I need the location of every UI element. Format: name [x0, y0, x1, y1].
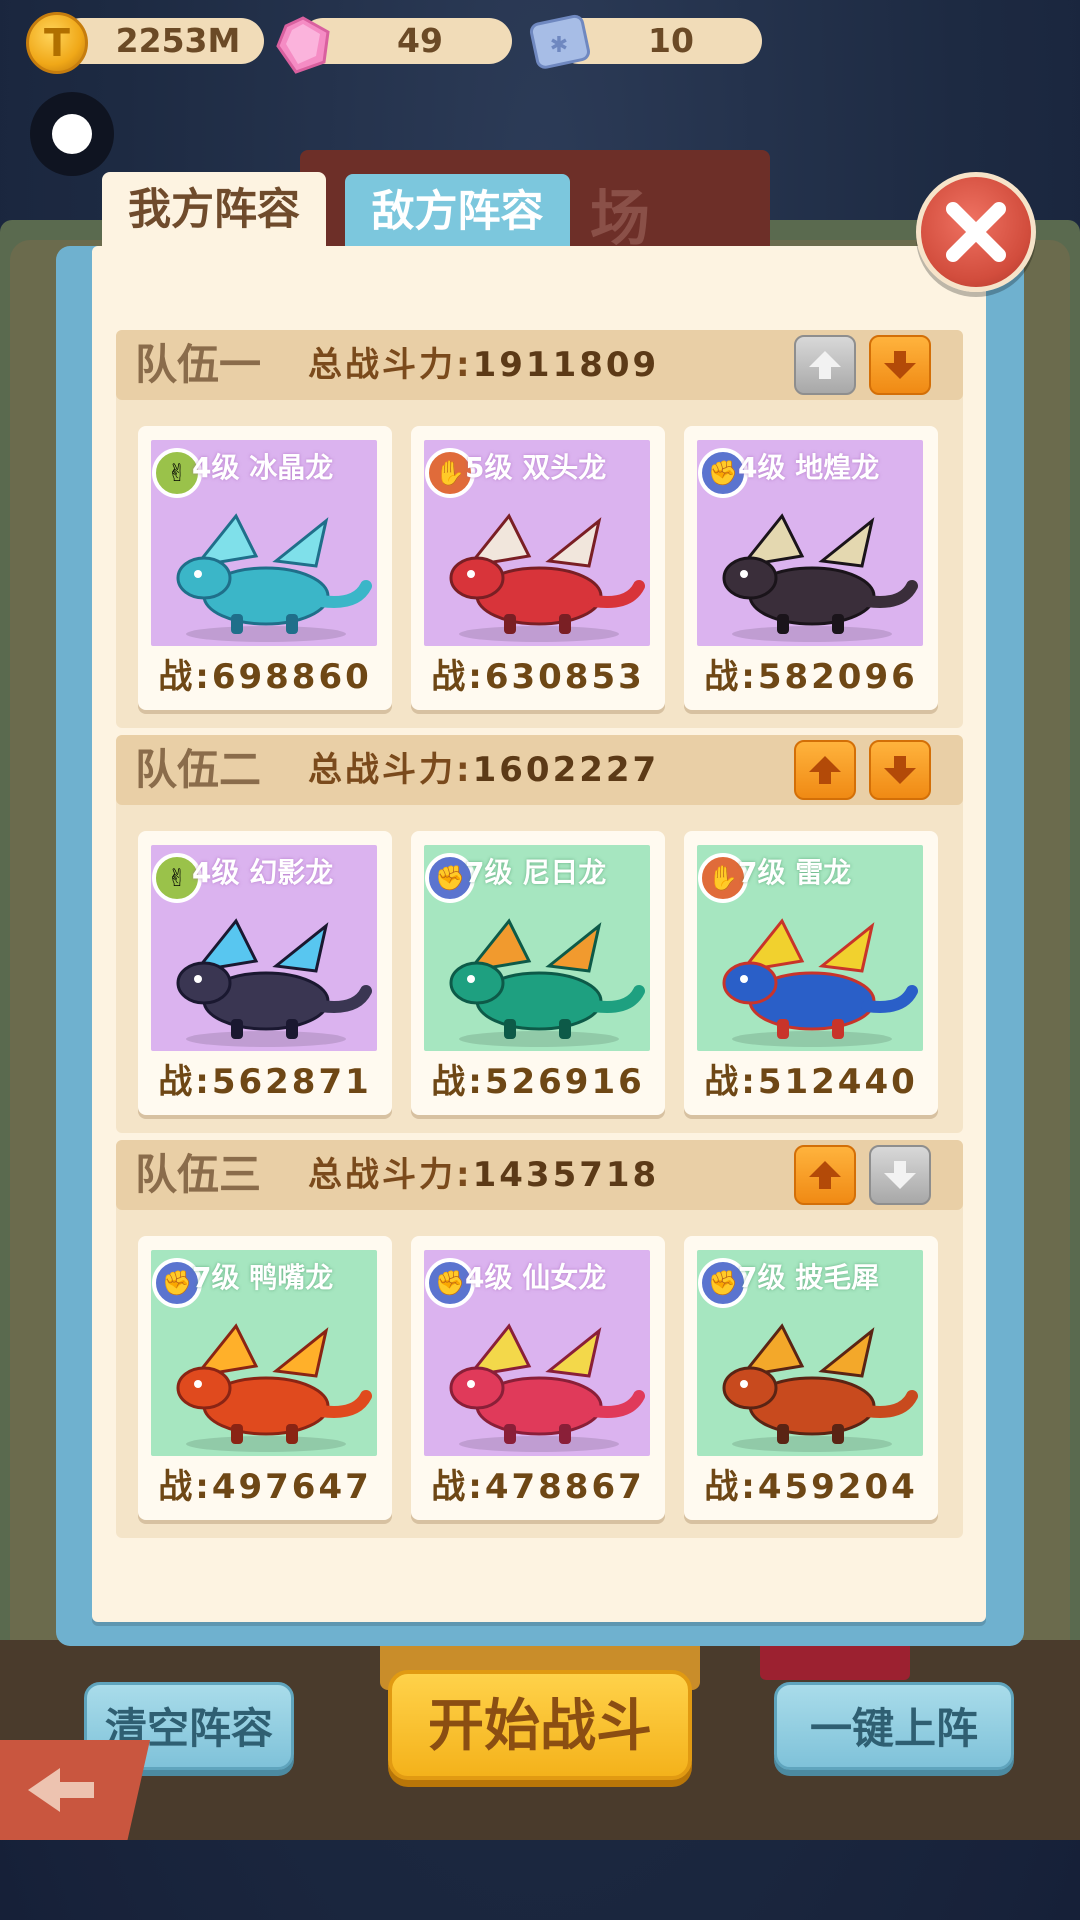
dragon-power: 战:497647	[158, 1467, 372, 1507]
dragon-card[interactable]: ✌ 4级 幻影龙 战:562871	[138, 831, 392, 1115]
dragon-card[interactable]: ✊ 7级 鸭嘴龙 战:497647	[138, 1236, 392, 1520]
coin-counter: 2253M	[58, 18, 264, 64]
dragon-power: 战:478867	[431, 1467, 645, 1507]
dragon-power: 战:459204	[704, 1467, 918, 1507]
total-power-value: 1911809	[472, 345, 660, 385]
team-name: 队伍一	[135, 340, 262, 389]
arrow-up-icon	[809, 756, 841, 784]
back-button[interactable]	[0, 1740, 150, 1840]
dragon-image	[156, 911, 376, 1051]
dragon-level-name: 7级 鸭嘴龙	[192, 1261, 334, 1294]
dragon-image	[156, 1316, 376, 1456]
team-name: 队伍二	[135, 745, 262, 794]
dragon-image	[702, 911, 922, 1051]
move-up-button[interactable]	[794, 335, 856, 395]
dragon-image	[702, 506, 922, 646]
total-power-label: 总战斗力:	[308, 345, 473, 385]
dragon-level-name: 7级 披毛犀	[738, 1261, 880, 1294]
dragon-card[interactable]: ✊ 7级 尼日龙 战:526916	[411, 831, 665, 1115]
move-down-button[interactable]	[869, 1145, 931, 1205]
team-total-power: 总战斗力:1435718	[308, 1140, 659, 1210]
background-title: 场	[590, 184, 654, 254]
dragon-power: 战:512440	[704, 1062, 918, 1102]
dragon-power: 战:582096	[704, 657, 918, 697]
dragon-power: 战:562871	[158, 1062, 372, 1102]
dragon-image	[429, 506, 649, 646]
arrow-down-icon	[884, 351, 916, 379]
auto-deploy-button[interactable]: 一键上阵	[774, 1682, 1014, 1770]
move-down-button[interactable]	[869, 335, 931, 395]
total-power-label: 总战斗力:	[308, 750, 473, 790]
dragon-level-name: 7级 雷龙	[738, 856, 852, 889]
dragon-card[interactable]: ✊ 7级 披毛犀 战:459204	[684, 1236, 938, 1520]
move-up-button[interactable]	[794, 740, 856, 800]
team-total-power: 总战斗力:1911809	[308, 330, 659, 400]
total-power-value: 1435718	[472, 1155, 660, 1195]
coin-icon: T	[26, 12, 88, 74]
dragon-card[interactable]: ✊ 4级 地煌龙 战:582096	[684, 426, 938, 710]
dragon-image	[429, 1316, 649, 1456]
tab-enemy-lineup[interactable]: 敌方阵容	[345, 174, 570, 246]
close-button[interactable]	[916, 172, 1036, 292]
move-down-button[interactable]	[869, 740, 931, 800]
ticket-value: 10	[648, 21, 694, 60]
dragon-image	[156, 506, 376, 646]
move-up-button[interactable]	[794, 1145, 856, 1205]
menu-dot-button[interactable]	[30, 92, 114, 176]
dragon-card[interactable]: ✌ 4级 冰晶龙 战:698860	[138, 426, 392, 710]
svg-text:✱: ✱	[550, 33, 568, 58]
dragon-level-name: 7级 尼日龙	[465, 856, 607, 889]
dragon-level-name: 4级 冰晶龙	[192, 451, 334, 484]
dragon-card[interactable]: ✋ 5级 双头龙 战:630853	[411, 426, 665, 710]
start-battle-button[interactable]: 开始战斗	[388, 1670, 692, 1780]
coin-value: 2253M	[115, 21, 241, 60]
arrow-down-icon	[884, 756, 916, 784]
back-arrow-icon	[28, 1768, 94, 1812]
ticket-icon: ✱	[529, 14, 590, 69]
arrow-up-icon	[809, 351, 841, 379]
dragon-level-name: 4级 仙女龙	[465, 1261, 607, 1294]
tab-my-lineup[interactable]: 我方阵容	[102, 172, 326, 248]
dragon-card[interactable]: ✋ 7级 雷龙 战:512440	[684, 831, 938, 1115]
dragon-card[interactable]: ✊ 4级 仙女龙 战:478867	[411, 1236, 665, 1520]
dragon-level-name: 4级 幻影龙	[192, 856, 334, 889]
dragon-image	[702, 1316, 922, 1456]
dragon-level-name: 4级 地煌龙	[738, 451, 880, 484]
arrow-up-icon	[809, 1161, 841, 1189]
gem-value: 49	[397, 21, 443, 60]
dragon-power: 战:630853	[431, 657, 645, 697]
close-icon	[946, 202, 1006, 262]
dragon-power: 战:526916	[431, 1062, 645, 1102]
total-power-label: 总战斗力:	[308, 1155, 473, 1195]
gem-icon	[276, 16, 330, 74]
arrow-down-icon	[884, 1161, 916, 1189]
dragon-power: 战:698860	[158, 657, 372, 697]
team-total-power: 总战斗力:1602227	[308, 735, 659, 805]
dragon-image	[429, 911, 649, 1051]
team-name: 队伍三	[135, 1150, 262, 1199]
dragon-level-name: 5级 双头龙	[465, 451, 607, 484]
total-power-value: 1602227	[472, 750, 660, 790]
